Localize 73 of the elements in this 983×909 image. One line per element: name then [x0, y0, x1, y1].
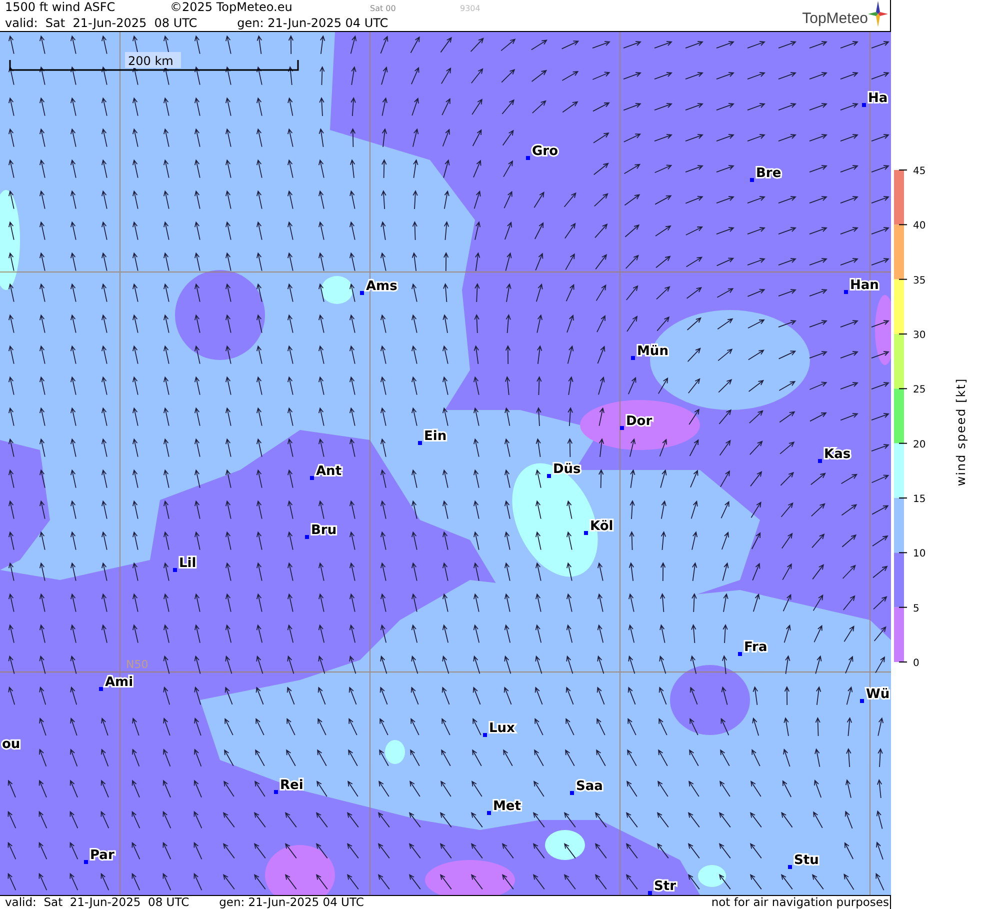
city-label: Met	[493, 799, 521, 814]
scale-tick-label: 40	[913, 220, 926, 232]
city-label: Ams	[366, 279, 398, 294]
city-marker-icon	[418, 441, 422, 445]
scale-tick-label: 5	[913, 603, 920, 614]
city-label: Str	[654, 879, 676, 894]
city-marker-icon	[750, 178, 754, 182]
scale-tick-label: 35	[913, 275, 926, 286]
city-marker-icon	[818, 459, 822, 463]
city-marker-icon	[360, 291, 364, 295]
logo-text: TopMeteo	[802, 11, 868, 26]
generated-time: gen: 21-Jun-2025 04 UTC	[219, 896, 364, 909]
city-marker-icon	[310, 476, 314, 480]
city-label: Bru	[311, 523, 337, 538]
city-marker-icon	[274, 790, 278, 794]
city-label: Wü	[866, 687, 890, 702]
city-marker-icon	[738, 652, 742, 656]
city-marker-icon	[99, 687, 103, 691]
city-marker-icon	[584, 531, 588, 535]
city-label: Par	[90, 848, 114, 863]
city-label: Mün	[637, 344, 668, 359]
valid-time: valid: Sat 21-Jun-2025 08 UTC	[5, 16, 198, 31]
city-marker-icon	[844, 290, 848, 294]
valid-time: valid: Sat 21-Jun-2025 08 UTC	[5, 896, 190, 909]
scale-tick-label: 45	[913, 166, 926, 177]
city-marker-icon	[860, 699, 864, 703]
generated-time: gen: 21-Jun-2025 04 UTC	[237, 16, 388, 31]
city-marker-icon	[487, 811, 491, 815]
scale-label: 200 km	[125, 52, 181, 68]
compass-star-icon	[868, 1, 888, 27]
scale-tick-label: 25	[913, 384, 926, 396]
latitude-label: N50	[126, 658, 148, 671]
city-label: Ant	[316, 464, 342, 479]
run-label: Sat 00	[370, 3, 397, 15]
legend-title: wind speed [kt]	[954, 378, 968, 486]
city-label: Rei	[280, 778, 304, 793]
city-marker-icon	[570, 791, 574, 795]
city-label: Lil	[179, 556, 196, 571]
city-label: Han	[850, 278, 879, 293]
city-marker-icon	[648, 891, 652, 895]
city-label: Ami	[105, 675, 134, 690]
city-label: Lux	[489, 721, 515, 736]
city-label: Bre	[756, 166, 782, 181]
city-label: Dor	[626, 414, 652, 429]
city-label: Ha	[868, 91, 888, 106]
city-label: Kas	[824, 447, 851, 462]
disclaimer-text: not for air navigation purposes	[711, 896, 890, 909]
city-marker-icon	[526, 156, 530, 160]
scale-tick-label: 30	[913, 330, 926, 341]
city-label: Saa	[576, 779, 603, 794]
scale-tick-label: 15	[913, 494, 926, 505]
city-marker-icon	[84, 860, 88, 864]
city-label: Köl	[590, 519, 614, 534]
city-marker-icon	[547, 474, 551, 478]
city-marker-icon	[173, 568, 177, 572]
map-title: 1500 ft wind ASFC	[5, 0, 116, 15]
scale-tick-label: 10	[913, 548, 926, 560]
city-marker-icon	[788, 865, 792, 869]
city-label: Ein	[424, 429, 447, 444]
city-marker-icon	[862, 103, 866, 107]
city-label: Stu	[794, 853, 819, 868]
city-label: Düs	[553, 462, 581, 477]
scale-tick-label: 20	[913, 439, 926, 450]
city-marker-icon	[483, 733, 487, 737]
copyright-text: ©2025 TopMeteo.eu	[170, 0, 294, 15]
city-label: Fra	[744, 640, 768, 655]
city-label: ou	[2, 737, 20, 752]
code-label: 9304	[460, 3, 482, 15]
city-marker-icon	[620, 426, 624, 430]
city-label: Gro	[532, 144, 558, 159]
city-marker-icon	[631, 356, 635, 360]
scale-tick-label: 0	[913, 658, 920, 669]
city-marker-icon	[305, 535, 309, 539]
